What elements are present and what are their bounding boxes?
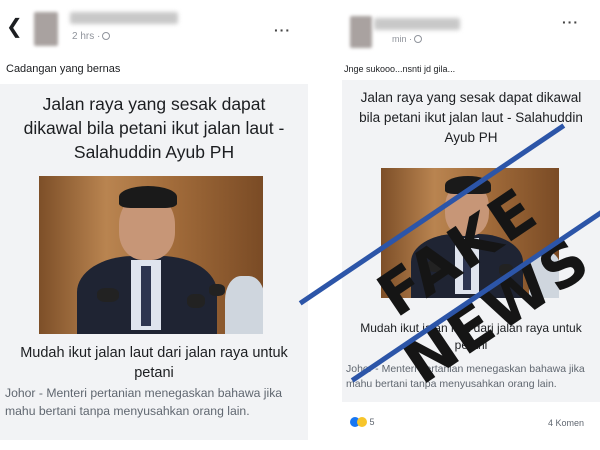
globe-icon [414, 35, 422, 43]
post-caption: Jnge sukooo...nsnti jd gila... [344, 64, 456, 74]
article-headline: Jalan raya yang sesak dapat dikawal bila… [23, 94, 285, 162]
post-time: 2 hrs · [72, 31, 111, 42]
author-name-blurred[interactable] [70, 12, 178, 24]
article-description: Johor - Menteri pertanian menegaskan bah… [5, 386, 283, 418]
haha-icon [357, 417, 367, 427]
comment-count[interactable]: 4 Komen [548, 418, 584, 428]
reaction-count: 5 [369, 417, 375, 427]
article-photo [39, 176, 263, 334]
more-options-button[interactable]: ··· [562, 14, 579, 30]
shared-link-card[interactable]: Jalan raya yang sesak dapat dikawal bila… [0, 84, 308, 440]
panel-gap [308, 0, 342, 450]
avatar[interactable] [34, 12, 58, 46]
author-name-blurred[interactable] [374, 18, 460, 30]
globe-icon [102, 32, 111, 40]
post-header: ❮ 2 hrs · ··· [0, 0, 308, 58]
left-post-screenshot: ❮ 2 hrs · ··· Cadangan yang bernas Jalan… [0, 0, 308, 450]
post-time: min · [392, 34, 422, 44]
post-footer [0, 440, 308, 450]
article-subheadline: Mudah ikut jalan laut dari jalan raya un… [20, 345, 288, 381]
reactions-summary[interactable]: 5 [350, 417, 375, 427]
avatar[interactable] [350, 16, 372, 48]
chevron-left-icon[interactable]: ❮ [6, 14, 23, 39]
post-caption: Cadangan yang bernas [6, 63, 121, 75]
more-options-button[interactable]: ··· [274, 22, 291, 38]
post-header: min · ··· [342, 0, 600, 58]
